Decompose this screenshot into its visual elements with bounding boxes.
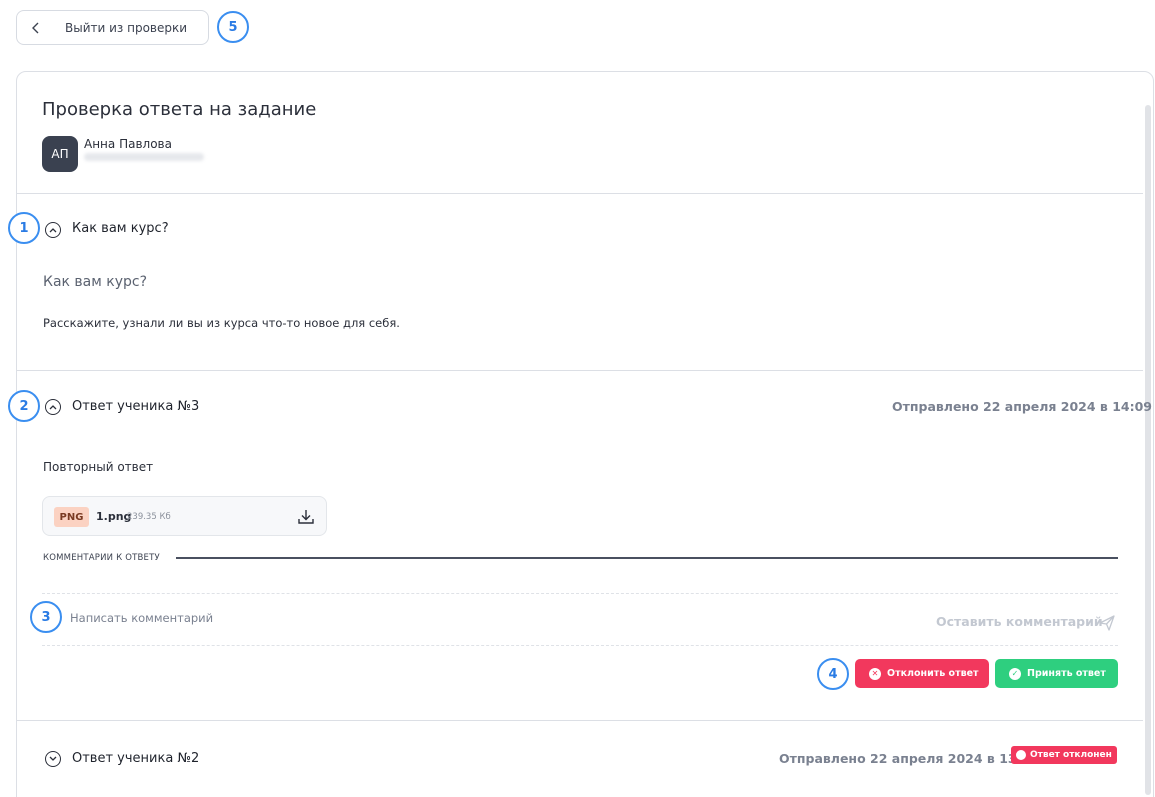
answer-3-text: Повторный ответ — [43, 460, 154, 474]
scrollbar[interactable] — [1145, 105, 1151, 795]
send-icon[interactable] — [1098, 614, 1116, 632]
exit-review-label: Выйти из проверки — [65, 20, 188, 35]
status-dot-icon — [1016, 750, 1026, 760]
attached-file[interactable]: PNG 1.png 239.35 Кб — [42, 496, 327, 536]
avatar: АП — [42, 136, 78, 172]
leave-comment-button[interactable]: Оставить комментарий — [936, 614, 1103, 629]
collapse-answer-3-toggle[interactable] — [45, 399, 61, 415]
marker-2: 2 — [8, 390, 40, 422]
chevron-up-icon — [49, 228, 57, 233]
marker-5: 5 — [217, 11, 249, 43]
question-text: Расскажите, узнали ли вы из курса что-то… — [43, 316, 400, 330]
chevron-up-icon — [49, 405, 57, 410]
comments-label: КОММЕНТАРИИ К ОТВЕТУ — [43, 553, 160, 563]
marker-1: 1 — [8, 212, 40, 244]
marker-3: 3 — [30, 601, 62, 633]
divider — [17, 720, 1143, 721]
reject-answer-button[interactable]: ✕ Отклонить ответ — [855, 659, 989, 688]
user-email-blurred — [84, 153, 204, 161]
answer-3-header[interactable]: Ответ ученика №3 — [72, 399, 199, 414]
review-panel — [16, 71, 1154, 797]
user-name: Анна Павлова — [84, 137, 172, 151]
chevron-left-icon — [32, 22, 39, 34]
divider — [17, 193, 1143, 194]
chevron-down-icon — [49, 756, 57, 761]
divider — [17, 370, 1143, 371]
download-icon[interactable] — [296, 507, 316, 527]
question-title: Как вам курс? — [43, 274, 148, 290]
comments-divider — [176, 557, 1118, 559]
answer-2-header[interactable]: Ответ ученика №2 — [72, 751, 199, 766]
answer-3-sent-time: Отправлено 22 апреля 2024 в 14:09 — [892, 399, 1152, 414]
check-icon: ✓ — [1009, 667, 1021, 680]
collapse-question-toggle[interactable] — [45, 222, 61, 238]
comment-input[interactable] — [70, 608, 770, 628]
reject-answer-label: Отклонить ответ — [887, 668, 979, 679]
dashed-divider — [42, 645, 1118, 646]
accept-answer-label: Принять ответ — [1027, 668, 1106, 679]
answer-2-sent-time: Отправлено 22 апреля 2024 в 13:52 — [779, 751, 1039, 766]
file-size: 239.35 Кб — [127, 512, 171, 522]
status-badge-label: Ответ отклонен — [1030, 750, 1112, 760]
dashed-divider — [42, 593, 1118, 594]
status-badge: Ответ отклонен — [1011, 746, 1117, 764]
marker-4: 4 — [817, 658, 849, 690]
exit-review-button[interactable]: Выйти из проверки — [16, 10, 209, 45]
file-type-badge: PNG — [54, 507, 89, 527]
close-icon: ✕ — [869, 667, 881, 680]
page-title: Проверка ответа на задание — [42, 99, 317, 120]
question-section-header[interactable]: Как вам курс? — [72, 221, 169, 236]
accept-answer-button[interactable]: ✓ Принять ответ — [995, 659, 1118, 688]
expand-answer-2-toggle[interactable] — [45, 751, 61, 767]
